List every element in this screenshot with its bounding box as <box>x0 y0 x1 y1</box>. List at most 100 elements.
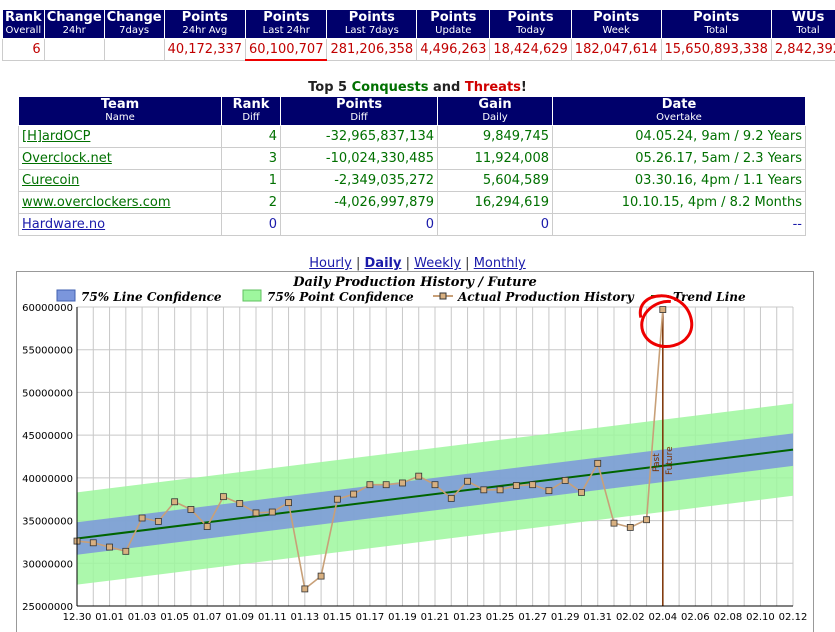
actual-data-point <box>172 499 178 505</box>
actual-data-point <box>383 482 389 488</box>
x-tick-label: 02.02 <box>616 612 645 623</box>
team-link-hardware-no[interactable]: Hardware.no <box>22 217 105 232</box>
gain-daily-cell: 5,604,589 <box>438 170 553 192</box>
team-link-curecoin[interactable]: Curecoin <box>22 173 79 188</box>
actual-data-point <box>399 480 405 486</box>
chart-title: Daily Production History / Future <box>292 275 536 290</box>
table-row: Overclock.net 3 -10,024,330,485 11,924,0… <box>19 148 806 170</box>
period-daily-link[interactable]: Daily <box>365 256 402 271</box>
gain-daily-cell: 11,924,008 <box>438 148 553 170</box>
x-tick-label: 01.15 <box>323 612 352 623</box>
stats-last24-value: 60,100,707 <box>246 39 327 61</box>
overtake-date-cell: 03.30.16, 4pm / 1.1 Years <box>553 170 806 192</box>
cq-header-team: TeamName <box>19 97 222 126</box>
y-tick-label: 40000000 <box>22 474 73 485</box>
rank-diff-cell: 0 <box>222 214 281 236</box>
conquests-title-post: ! <box>521 80 527 95</box>
legend-label-line-confidence: 75% Line Confidence <box>81 290 222 304</box>
actual-data-point <box>578 489 584 495</box>
y-tick-label: 60000000 <box>22 303 73 314</box>
team-link-overclockers[interactable]: www.overclockers.com <box>22 195 170 210</box>
y-tick-label: 50000000 <box>22 388 73 399</box>
x-tick-label: 02.12 <box>779 612 808 623</box>
stats-header-week: PointsWeek <box>571 10 661 39</box>
conquests-title-conquests: Conquests <box>352 80 429 95</box>
cq-header-rank: RankDiff <box>222 97 281 126</box>
period-separator: | <box>401 256 414 271</box>
actual-data-point <box>351 491 357 497</box>
stats-header-update: PointsUpdate <box>417 10 490 39</box>
actual-data-point <box>237 500 243 506</box>
team-link-hardocp[interactable]: [H]ardOCP <box>22 129 90 144</box>
actual-data-point <box>123 548 129 554</box>
cq-header-points: PointsDiff <box>281 97 438 126</box>
x-tick-label: 01.13 <box>290 612 319 623</box>
stats-table: RankOverall Change24hr Change7days Point… <box>2 9 835 61</box>
rank-diff-cell: 1 <box>222 170 281 192</box>
legend-label-point-confidence: 75% Point Confidence <box>267 290 414 304</box>
actual-data-point <box>334 496 340 502</box>
overtake-date-cell: 10.10.15, 4pm / 8.2 Months <box>553 192 806 214</box>
legend-swatch-actual-marker <box>440 293 446 299</box>
x-tick-label: 02.06 <box>681 612 710 623</box>
conquests-header-row: TeamName RankDiff PointsDiff GainDaily D… <box>19 97 806 126</box>
stats-change7-value <box>104 39 164 61</box>
team-name-cell: Hardware.no <box>19 214 222 236</box>
actual-data-point <box>611 520 617 526</box>
legend-swatch-point-confidence <box>243 290 261 301</box>
actual-data-point <box>139 515 145 521</box>
production-chart: Daily Production History / Future 75% Li… <box>16 271 814 632</box>
rank-diff-cell: 2 <box>222 192 281 214</box>
period-weekly-link[interactable]: Weekly <box>414 256 461 271</box>
legend-swatch-line-confidence <box>57 290 75 301</box>
stats-total-value: 15,650,893,338 <box>661 39 771 61</box>
period-separator: | <box>352 256 365 271</box>
actual-data-point <box>481 487 487 493</box>
legend-label-trend: Trend Line <box>673 290 746 304</box>
period-monthly-link[interactable]: Monthly <box>474 256 526 271</box>
x-tick-label: 02.10 <box>746 612 775 623</box>
chart-plot-area: PastFuture250000003000000035000000400000… <box>22 296 807 623</box>
x-tick-label: 01.29 <box>551 612 580 623</box>
future-label: Future <box>665 446 675 475</box>
conquests-table: TeamName RankDiff PointsDiff GainDaily D… <box>18 96 806 236</box>
stats-wus-value: 2,842,392 <box>771 39 835 61</box>
actual-data-point <box>204 524 210 530</box>
past-label: Past <box>652 453 662 472</box>
table-row: Hardware.no 0 0 0 -- <box>19 214 806 236</box>
actual-data-point <box>220 494 226 500</box>
points-diff-cell: -32,965,837,134 <box>281 126 438 148</box>
team-link-overclock-net[interactable]: Overclock.net <box>22 151 112 166</box>
period-links: Hourly | Daily | Weekly | Monthly <box>0 256 835 271</box>
actual-data-point <box>595 460 601 466</box>
x-tick-label: 01.11 <box>258 612 287 623</box>
team-name-cell: [H]ardOCP <box>19 126 222 148</box>
actual-data-point <box>286 500 292 506</box>
stats-update-value: 4,496,263 <box>417 39 490 61</box>
gain-daily-cell: 0 <box>438 214 553 236</box>
stats-last7-value: 281,206,358 <box>327 39 417 61</box>
actual-data-point <box>530 482 536 488</box>
team-name-cell: www.overclockers.com <box>19 192 222 214</box>
conquests-title: Top 5 Conquests and Threats! <box>0 80 835 95</box>
x-tick-label: 12.30 <box>63 612 92 623</box>
x-tick-label: 01.23 <box>453 612 482 623</box>
actual-data-point <box>302 586 308 592</box>
stats-change24-value <box>44 39 104 61</box>
period-hourly-link[interactable]: Hourly <box>309 256 352 271</box>
x-tick-label: 01.09 <box>225 612 254 623</box>
stats-header-change7: Change7days <box>104 10 164 39</box>
rank-diff-cell: 4 <box>222 126 281 148</box>
actual-data-point <box>465 478 471 484</box>
actual-data-point <box>107 544 113 550</box>
stats-header-today: PointsToday <box>490 10 571 39</box>
points-diff-cell: -4,026,997,879 <box>281 192 438 214</box>
actual-data-point <box>448 495 454 501</box>
rank-diff-cell: 3 <box>222 148 281 170</box>
stats-today-value: 18,424,629 <box>490 39 571 61</box>
stats-header-change24: Change24hr <box>44 10 104 39</box>
actual-data-point <box>269 509 275 515</box>
actual-data-point <box>627 524 633 530</box>
x-tick-label: 02.08 <box>714 612 743 623</box>
points-diff-cell: -10,024,330,485 <box>281 148 438 170</box>
